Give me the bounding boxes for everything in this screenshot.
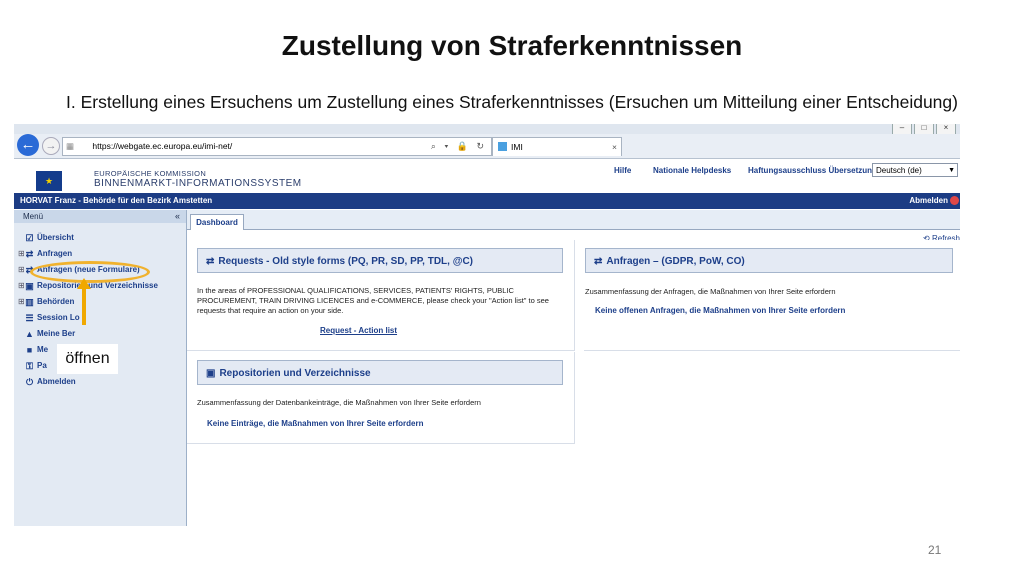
slide-number: 21 (928, 543, 942, 557)
sidebar-item-label: Me (37, 345, 49, 354)
tab-dashboard[interactable]: Dashboard (190, 214, 244, 230)
panel-repositorien-header: ▣ Repositorien und Verzeichnisse (197, 360, 563, 385)
exchange-icon: ⇄ (594, 256, 603, 267)
browser-tab-title: IMI (511, 142, 523, 152)
sidebar-item-meldungen[interactable]: ■ Me (18, 343, 48, 357)
box-icon: ▣ (25, 281, 34, 291)
window-titlebar: – □ × (14, 124, 960, 135)
panel-repositorien: ▣ Repositorien und Verzeichnisse Zusammen… (187, 352, 575, 444)
language-select-value: Deutsch (de) (876, 166, 922, 175)
chevron-down-icon: ▼ (948, 167, 955, 174)
favicon-icon (498, 142, 507, 151)
page-icon: ▦ (66, 141, 75, 151)
site-header: ★ EUROPÄISCHE KOMMISSION BINNENMARKT-INF… (14, 159, 960, 193)
tab-close-icon[interactable]: × (612, 138, 617, 156)
slide-title: Zustellung von Straferkenntnissen (281, 30, 743, 61)
action-list-link[interactable]: Request - Action list (320, 326, 397, 335)
sidebar-item-abmelden[interactable]: ⏻ Abmelden (18, 375, 76, 389)
sidebar-item-uebersicht[interactable]: ☑ Übersicht (18, 231, 74, 245)
sidebar-item-anfragen[interactable]: ⊞⇄ Anfragen (18, 247, 72, 261)
power-icon: ⏻ (25, 377, 34, 387)
exchange-icon: ⇄ (206, 256, 215, 267)
browser-navbar: ← → ▦ https://webgate.ec.europa.eu/imi-n… (14, 134, 960, 159)
address-controls-icon[interactable]: ⌕ ▾ 🔒 ↻ (431, 138, 487, 155)
org-name-line2: BINNENMARKT-INFORMATIONSSYSTEM (94, 178, 302, 189)
screenshot: – □ × ← → ▦ https://webgate.ec.europa.eu… (14, 124, 960, 526)
forward-arrow-icon[interactable]: → (42, 137, 60, 155)
panel-anfragen-header: ⇄ Anfragen – (GDPR, PoW, CO) (585, 248, 953, 273)
building-icon: ▥ (25, 297, 34, 307)
panel-requests-header: ⇄ Requests - Old style forms (PQ, PR, SD,… (197, 248, 563, 273)
user-bar: HORVAT Franz - Behörde für den Bezirk Am… (14, 193, 960, 209)
back-arrow-icon[interactable]: ← (17, 134, 39, 156)
panel-repositorien-body: Zusammenfassung der Datenbankeinträge, d… (197, 398, 481, 407)
help-link[interactable]: Hilfe (614, 166, 631, 175)
sidebar-item-label: Übersicht (37, 233, 74, 242)
language-select[interactable]: Deutsch (de) ▼ (872, 163, 958, 177)
repositorien-link[interactable]: Keine Einträge, die Maßnahmen von Ihrer … (207, 419, 424, 428)
sidebar-item-passwort[interactable]: ⚿ Pa (18, 359, 47, 373)
exchange-icon: ⇄ (25, 249, 34, 259)
eu-flag-icon: ★ (36, 171, 62, 191)
address-url: https://webgate.ec.europa.eu/imi-net/ (92, 141, 233, 151)
user-icon: ▲ (25, 329, 34, 339)
sidebar-item-session[interactable]: ☰ Session Lo (18, 311, 80, 325)
helpdesks-link[interactable]: Nationale Helpdesks (653, 166, 731, 175)
power-icon[interactable] (950, 196, 959, 205)
panel-title: Anfragen – (GDPR, PoW, CO) (606, 256, 745, 267)
sidebar-item-label: Anfragen (37, 249, 73, 258)
sidebar-item-label: Behörden (37, 297, 75, 306)
panel-title: Requests - Old style forms (PQ, PR, SD, … (218, 256, 474, 267)
translation-disclaimer-link[interactable]: Haftungsausschluss Übersetzung (748, 166, 877, 175)
user-name: HORVAT Franz - Behörde für den Bezirk Am… (20, 196, 213, 205)
collapse-icon[interactable]: « (175, 210, 180, 223)
sidebar-item-label: Abmelden (37, 377, 76, 386)
box-icon: ▣ (206, 368, 216, 379)
sidebar-item-label: Meine Ber (37, 329, 76, 338)
key-icon: ⚿ (26, 361, 33, 371)
panel-title: Repositorien und Verzeichnisse (219, 368, 371, 379)
panel-anfragen-body: Zusammenfassung der Anfragen, die Maßnah… (585, 287, 836, 296)
panel-anfragen: ⇄ Anfragen – (GDPR, PoW, CO) Zusammenfass… (584, 240, 960, 351)
sidebar-item-label: Pa (37, 361, 47, 370)
tab-bar: Dashboard (187, 210, 960, 230)
annotation-callout: öffnen (57, 344, 118, 374)
sidebar-item-behoerden[interactable]: ⊞▥ Behörden (18, 295, 74, 309)
checklist-icon: ☑ (25, 233, 34, 243)
arrow-up-icon (77, 278, 91, 289)
list-icon: ☰ (25, 313, 34, 323)
org-name-line1: EUROPÄISCHE KOMMISSION (94, 169, 207, 178)
annotation-arrow (82, 287, 86, 325)
anfragen-link[interactable]: Keine offenen Anfragen, die Maßnahmen vo… (595, 306, 845, 315)
browser-tab[interactable]: IMI × (492, 137, 622, 156)
slide-subtitle: I. Erstellung eines Ersuchens um Zustell… (66, 92, 958, 112)
chat-icon: ■ (26, 345, 33, 355)
address-bar[interactable]: ▦ https://webgate.ec.europa.eu/imi-net/ … (62, 137, 492, 156)
panel-requests-body: In the areas of PROFESSIONAL QUALIFICATI… (197, 286, 549, 315)
sidebar-item-label: Session Lo (37, 313, 80, 322)
logout-link[interactable]: Abmelden (909, 193, 948, 209)
panel-requests: ⇄ Requests - Old style forms (PQ, PR, SD,… (187, 240, 575, 351)
sidebar-item-meine-berichte[interactable]: ▲ Meine Ber (18, 327, 75, 341)
sidebar-title: Menü (23, 212, 44, 221)
main-content: Dashboard ⟲ Refresh ⇄ Requests - Old styl… (187, 210, 960, 526)
sidebar-header: Menü « (14, 210, 186, 223)
